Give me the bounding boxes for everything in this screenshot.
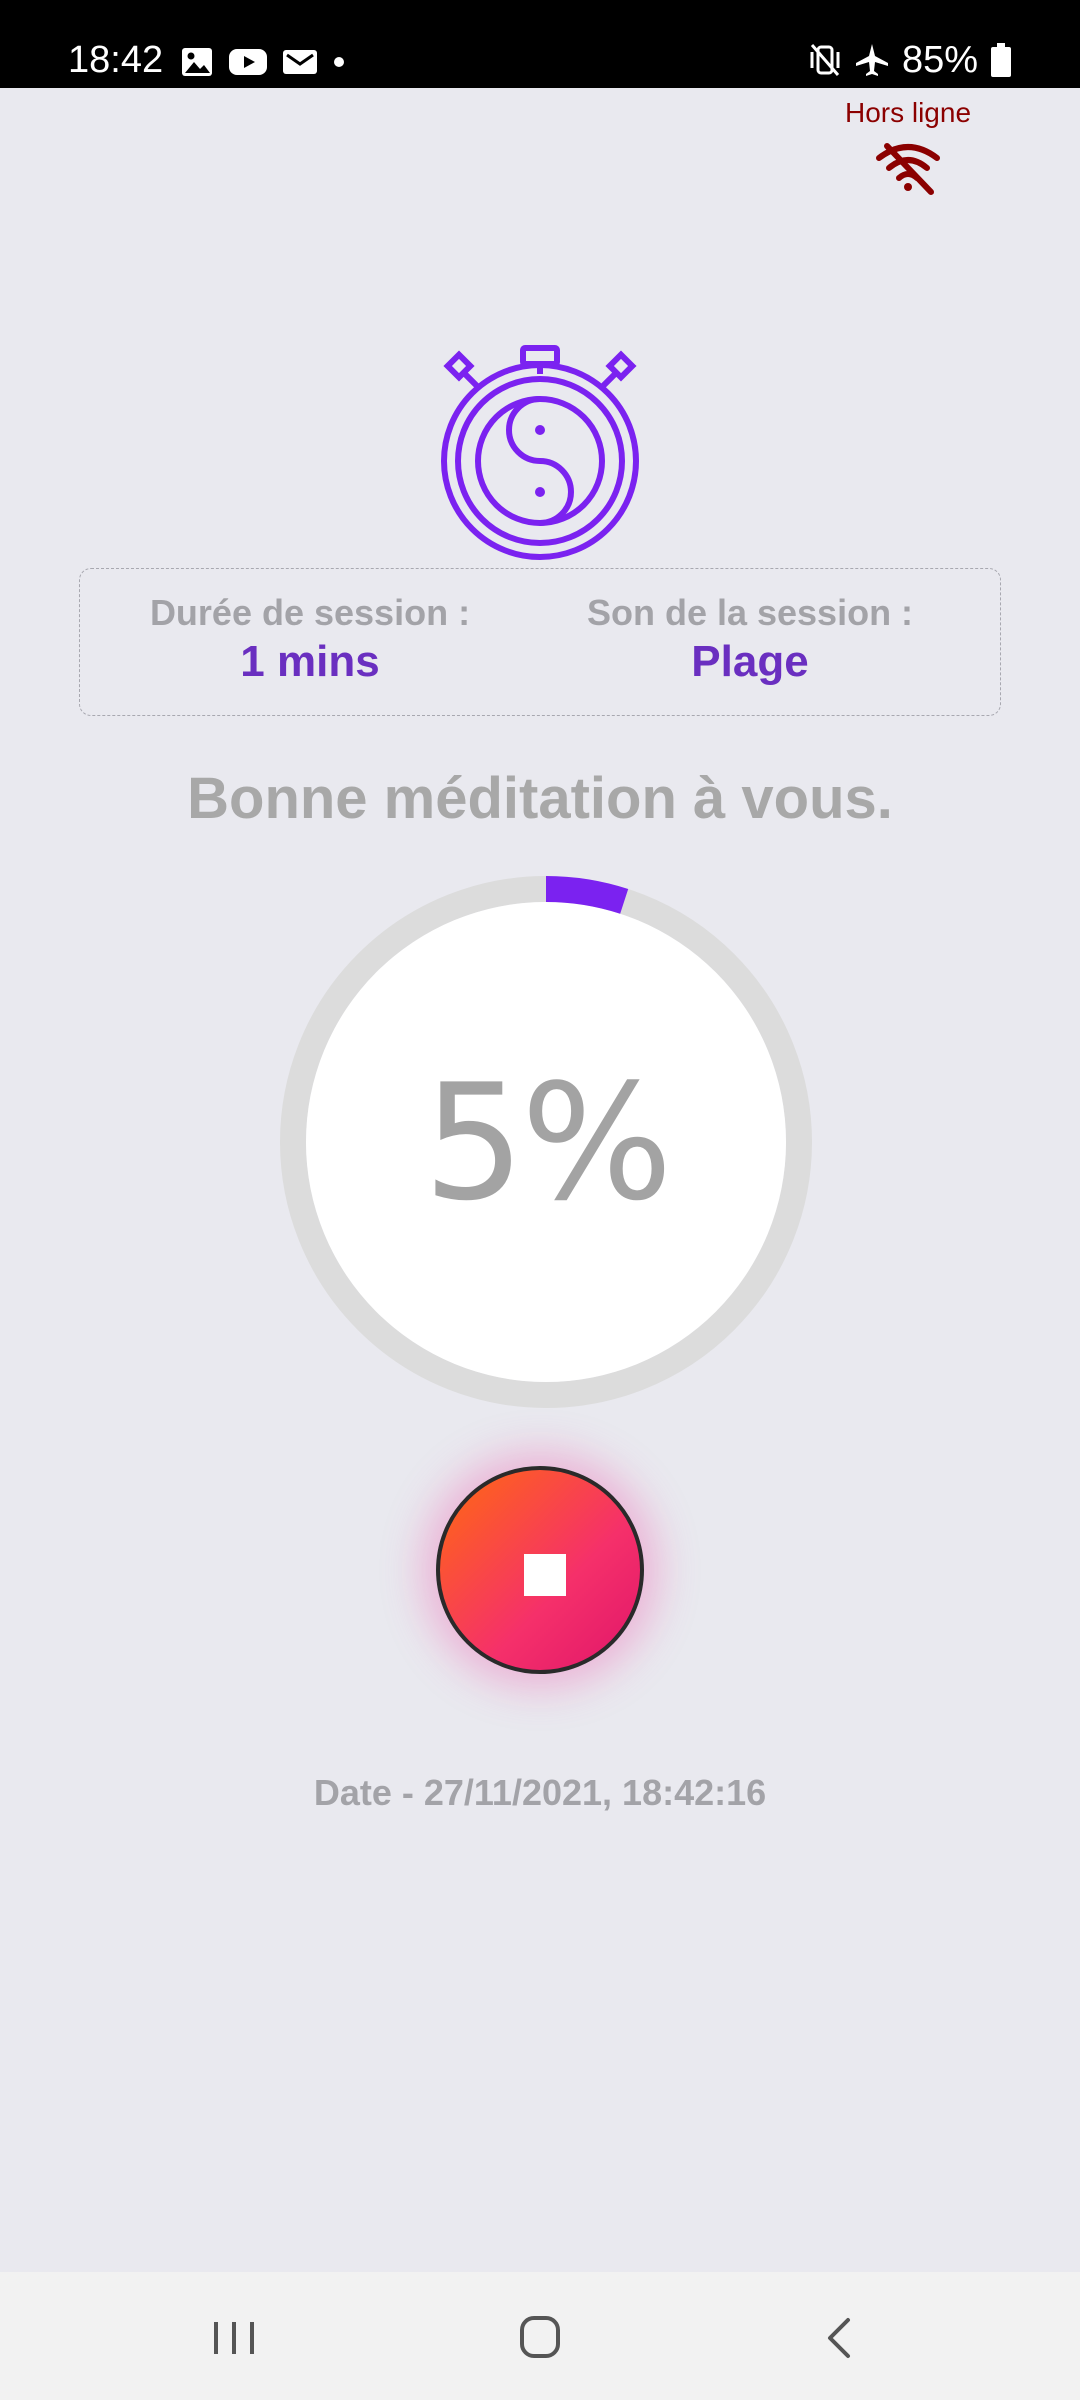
mail-icon xyxy=(283,50,317,74)
session-info-box: Durée de session : 1 mins Son de la sess… xyxy=(79,568,1001,716)
back-button[interactable] xyxy=(800,2312,880,2364)
status-notifications xyxy=(180,42,346,82)
battery-icon xyxy=(991,43,1011,77)
vibrate-off-icon xyxy=(810,44,840,76)
home-button[interactable] xyxy=(500,2312,580,2364)
status-time: 18:42 xyxy=(68,39,164,81)
stop-icon xyxy=(524,1554,566,1596)
status-system: 85% xyxy=(808,36,1012,84)
gallery-icon xyxy=(182,48,212,76)
airplane-icon xyxy=(855,44,888,76)
duration-value: 1 mins xyxy=(240,637,380,686)
youtube-icon xyxy=(229,49,267,75)
wifi-off-icon xyxy=(876,143,940,195)
offline-indicator: Hors ligne xyxy=(808,96,1008,196)
sound-value: Plage xyxy=(691,637,809,686)
sound-label: Son de la session : xyxy=(586,592,914,633)
recent-apps-button[interactable] xyxy=(196,2312,276,2364)
greeting-text: Bonne méditation à vous. xyxy=(187,766,893,831)
progress-ring: 5% xyxy=(280,876,812,1408)
progress-percent: 5% xyxy=(423,1048,673,1236)
meditation-timer-icon xyxy=(441,345,639,560)
dot-icon xyxy=(334,57,344,67)
session-date: Date - 27/11/2021, 18:42:16 xyxy=(313,1772,767,1813)
stop-button[interactable] xyxy=(436,1466,644,1674)
status-bar: 18:42 85% xyxy=(0,0,1080,88)
session-duration: Durée de session : 1 mins xyxy=(100,591,520,689)
session-sound: Son de la session : Plage xyxy=(540,591,960,689)
battery-percent: 85% xyxy=(901,38,978,81)
offline-label: Hors ligne xyxy=(844,97,972,128)
duration-label: Durée de session : xyxy=(149,592,471,633)
navigation-bar xyxy=(0,2272,1080,2400)
